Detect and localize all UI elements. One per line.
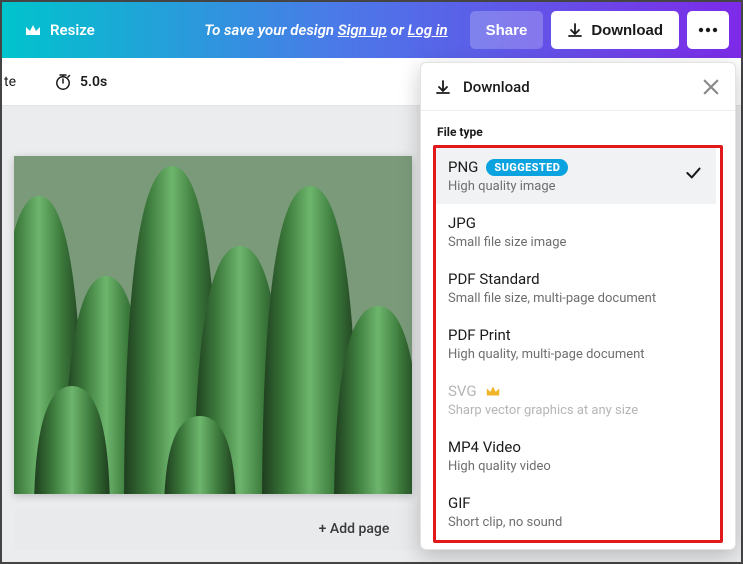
share-button[interactable]: Share	[470, 11, 544, 49]
file-type-option-svg[interactable]: SVG Sharp vector graphics at any size	[436, 372, 716, 428]
file-type-label: File type	[421, 111, 735, 145]
login-link[interactable]: Log in	[408, 21, 448, 39]
app-header: Resize To save your design Sign up or Lo…	[2, 2, 741, 58]
file-type-option-pdf-standard[interactable]: PDF Standard Small file size, multi-page…	[436, 260, 716, 316]
file-type-option-pdf-print[interactable]: PDF Print High quality, multi-page docum…	[436, 316, 716, 372]
timing-value: 5.0s	[80, 74, 107, 90]
file-type-option-gif[interactable]: GIF Short clip, no sound	[436, 484, 716, 540]
suggested-badge: SUGGESTED	[486, 159, 568, 176]
animate-button-trailing[interactable]: te	[2, 74, 20, 90]
resize-label: Resize	[50, 21, 95, 39]
resize-button[interactable]: Resize	[14, 15, 105, 45]
crown-icon	[485, 384, 501, 398]
design-page[interactable]	[14, 156, 412, 494]
timing-button[interactable]: 5.0s	[44, 67, 117, 97]
file-type-option-mp4[interactable]: MP4 Video High quality video	[436, 428, 716, 484]
download-panel: Download File type PNG SUGGESTED High qu…	[420, 62, 736, 550]
file-type-options-scroll[interactable]: PNG SUGGESTED High quality image JPG Sma…	[436, 148, 720, 540]
file-type-option-jpg[interactable]: JPG Small file size image	[436, 204, 716, 260]
design-image	[14, 156, 412, 494]
download-panel-title: Download	[463, 78, 701, 96]
download-icon	[435, 79, 451, 95]
download-button[interactable]: Download	[551, 11, 679, 49]
file-type-option-png[interactable]: PNG SUGGESTED High quality image	[436, 148, 716, 204]
file-type-dropdown: PNG SUGGESTED High quality image JPG Sma…	[433, 145, 723, 543]
more-button[interactable]	[687, 11, 729, 49]
stopwatch-icon	[54, 73, 72, 91]
download-panel-header: Download	[421, 63, 735, 111]
download-icon	[567, 22, 583, 38]
save-prompt: To save your design Sign up or Log in	[204, 21, 447, 39]
more-icon	[698, 27, 718, 33]
close-icon[interactable]	[701, 77, 721, 97]
check-icon	[684, 164, 704, 182]
crown-icon	[24, 23, 42, 37]
signup-link[interactable]: Sign up	[338, 21, 387, 39]
